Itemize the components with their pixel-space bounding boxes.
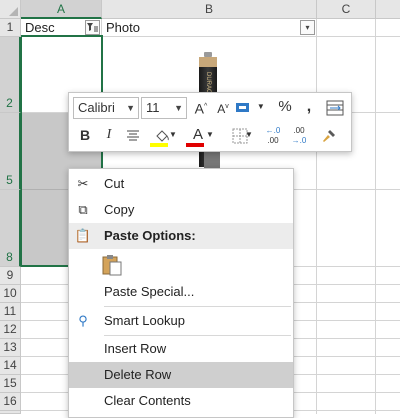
fill-color-button[interactable]: ▼ bbox=[147, 125, 177, 147]
italic-button[interactable]: I bbox=[99, 125, 119, 147]
increase-decimal-icon: .00 bbox=[267, 136, 279, 145]
wrap-text-button[interactable] bbox=[323, 97, 347, 119]
row-header-5[interactable]: 5 bbox=[0, 113, 21, 190]
row-header-9[interactable]: 9 bbox=[0, 267, 21, 285]
filter-active-button[interactable] bbox=[85, 20, 100, 35]
font-size-combo[interactable]: 11 ▼ bbox=[141, 97, 187, 119]
menu-item-cut[interactable]: ✂ Cut bbox=[69, 171, 293, 197]
copy-icon: ⧉ bbox=[78, 202, 88, 217]
cell-b1-photo[interactable]: Photo bbox=[106, 20, 140, 36]
font-size-value: 11 bbox=[146, 100, 160, 115]
center-align-button[interactable] bbox=[123, 125, 143, 147]
font-name-combo[interactable]: Calibri ▼ bbox=[73, 97, 139, 119]
paste-option-button[interactable] bbox=[101, 253, 127, 279]
cell-a1-desc[interactable]: Desc bbox=[25, 20, 55, 36]
row-header-2[interactable]: 2 bbox=[0, 37, 21, 113]
filter-dropdown-button[interactable]: ▾ bbox=[300, 20, 315, 35]
menu-item-clear-contents[interactable]: Clear Contents bbox=[69, 388, 293, 414]
column-header-a[interactable]: A bbox=[21, 0, 102, 19]
column-header-b[interactable]: B bbox=[102, 0, 317, 19]
filter-funnel-icon bbox=[87, 23, 98, 32]
menu-item-paste-special[interactable]: Paste Special... bbox=[69, 279, 293, 305]
row-header-15[interactable]: 15 bbox=[0, 375, 21, 393]
row-header-1[interactable]: 1 bbox=[0, 19, 21, 37]
select-all-corner[interactable] bbox=[0, 0, 21, 19]
chevron-down-icon: ▼ bbox=[126, 103, 135, 113]
row-header-16[interactable]: 16 bbox=[0, 393, 21, 411]
format-painter-button[interactable] bbox=[317, 125, 341, 147]
row-header-10[interactable]: 10 bbox=[0, 285, 21, 303]
comma-style-button[interactable]: , bbox=[299, 97, 319, 119]
row-header-13[interactable]: 13 bbox=[0, 339, 21, 357]
bold-button[interactable]: B bbox=[75, 125, 95, 147]
menu-item-delete-row[interactable]: Delete Row bbox=[69, 362, 293, 388]
increase-decimal-button[interactable]: ←.0 .00 bbox=[261, 125, 285, 147]
scissors-icon: ✂ bbox=[77, 176, 89, 191]
borders-button[interactable]: ▼ bbox=[225, 125, 255, 147]
accounting-format-icon bbox=[236, 103, 250, 112]
format-painter-icon bbox=[323, 130, 335, 142]
number-format-button[interactable]: ▼ bbox=[235, 97, 265, 119]
percent-style-button[interactable]: % bbox=[275, 97, 295, 119]
grow-font-button[interactable]: A^ bbox=[191, 97, 211, 119]
font-name-value: Calibri bbox=[78, 100, 115, 115]
row-header-14[interactable]: 14 bbox=[0, 357, 21, 375]
font-color-button[interactable]: A ▼ bbox=[183, 125, 214, 147]
column-header-c[interactable]: C bbox=[317, 0, 376, 19]
row-header-11[interactable]: 11 bbox=[0, 303, 21, 321]
shrink-font-button[interactable]: Av bbox=[213, 97, 233, 119]
decrease-decimal-icon: .0 bbox=[299, 136, 307, 145]
column-header-d[interactable] bbox=[376, 0, 400, 19]
paste-clipboard-icon bbox=[102, 255, 122, 276]
menu-paste-options-header: 📋 Paste Options: bbox=[69, 223, 293, 249]
row-header-8[interactable]: 8 bbox=[0, 190, 21, 267]
menu-item-insert-row[interactable]: Insert Row bbox=[69, 336, 293, 362]
row-header-12[interactable]: 12 bbox=[0, 321, 21, 339]
font-color-swatch bbox=[186, 143, 204, 147]
format-cells-icon bbox=[326, 100, 344, 116]
grow-font-icon: A bbox=[194, 100, 205, 117]
context-menu: ✂ Cut ⧉ Copy 📋 Paste Options: Paste Spec… bbox=[68, 168, 294, 418]
decrease-decimal-button[interactable]: .00 →.0 bbox=[287, 125, 311, 147]
search-icon: ⚲ bbox=[78, 313, 88, 328]
font-color-icon: A bbox=[192, 126, 203, 143]
chevron-down-icon: ▼ bbox=[174, 103, 183, 113]
clipboard-icon: 📋 bbox=[74, 228, 92, 243]
menu-item-copy[interactable]: ⧉ Copy bbox=[69, 197, 293, 223]
menu-item-smart-lookup[interactable]: ⚲ Smart Lookup bbox=[69, 308, 293, 334]
menu-separator bbox=[104, 306, 291, 307]
fill-color-swatch bbox=[150, 143, 168, 147]
gridline-vertical-cd bbox=[375, 19, 376, 414]
gridline-vertical-bc bbox=[316, 19, 317, 414]
align-center-icon bbox=[127, 130, 139, 141]
mini-toolbar: Calibri ▼ 11 ▼ A^ Av ▼ % , B I ▼ A ▼ ▼ ←… bbox=[68, 92, 352, 152]
